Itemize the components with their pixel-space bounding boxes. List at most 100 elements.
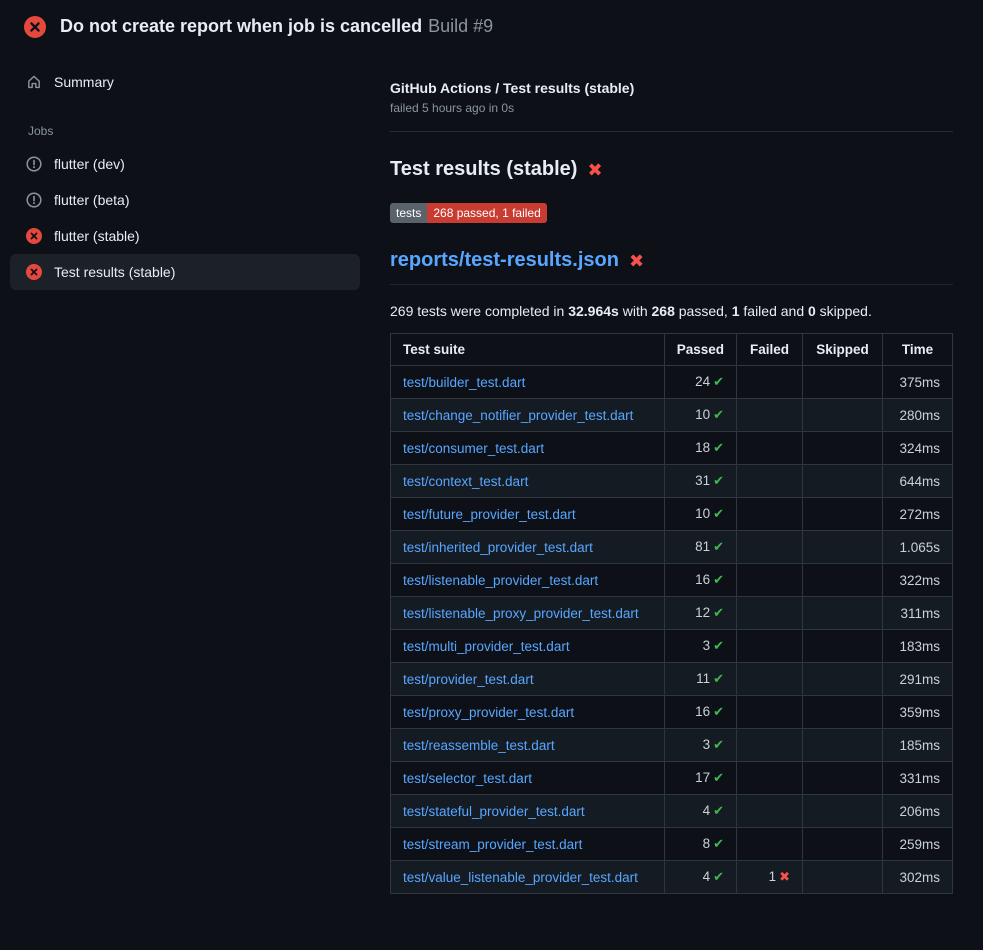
report-file-link[interactable]: reports/test-results.json [390, 249, 619, 272]
time-cell: 324ms [883, 432, 953, 465]
test-suite-link[interactable]: test/selector_test.dart [403, 771, 532, 786]
sidebar-job-item[interactable]: Test results (stable) [10, 254, 360, 290]
main-content: GitHub Actions / Test results (stable) f… [370, 50, 983, 894]
passed-count: 16 [695, 572, 710, 587]
run-status-line: failed 5 hours ago in 0s [390, 101, 953, 115]
sidebar-job-item[interactable]: flutter (stable) [10, 218, 360, 254]
check-icon: ✔ [713, 440, 724, 455]
table-row: test/multi_provider_test.dart3✔183ms [391, 630, 953, 663]
check-run-header: Do not create report when job is cancell… [0, 0, 983, 50]
check-title: Do not create report when job is cancell… [60, 16, 422, 36]
passed-count: 4 [703, 869, 711, 884]
time-cell: 359ms [883, 696, 953, 729]
passed-count: 8 [703, 836, 711, 851]
check-icon: ✔ [713, 407, 724, 422]
time-cell: 259ms [883, 828, 953, 861]
test-suite-link[interactable]: test/listenable_provider_test.dart [403, 573, 598, 588]
passed-count: 24 [695, 374, 710, 389]
test-suite-link[interactable]: test/value_listenable_provider_test.dart [403, 870, 638, 885]
summary-sentence: 269 tests were completed in 32.964s with… [390, 303, 953, 319]
results-table-body: test/builder_test.dart24✔375mstest/chang… [391, 366, 953, 894]
table-row: test/change_notifier_provider_test.dart 1… [391, 399, 953, 432]
x-icon: ✖ [629, 252, 644, 270]
check-icon: ✔ [713, 737, 724, 752]
passed-count: 17 [695, 770, 710, 785]
test-suite-link[interactable]: test/inherited_provider_test.dart [403, 540, 593, 555]
test-suite-link[interactable]: test/proxy_provider_test.dart [403, 705, 574, 720]
test-suite-link[interactable]: test/reassemble_test.dart [403, 738, 555, 753]
test-suite-link[interactable]: test/provider_test.dart [403, 672, 534, 687]
time-cell: 302ms [883, 861, 953, 894]
test-suite-link[interactable]: test/stream_provider_test.dart [403, 837, 582, 852]
passed-count: 81 [695, 539, 710, 554]
passed-count: 16 [695, 704, 710, 719]
job-label: Test results (stable) [54, 264, 175, 280]
failed-status-icon [24, 16, 46, 38]
table-row: test/listenable_proxy_provider_test.dart… [391, 597, 953, 630]
test-results-table: Test suite Passed Failed Skipped Time te… [390, 333, 953, 894]
check-icon: ✔ [713, 869, 724, 884]
test-suite-link[interactable]: test/consumer_test.dart [403, 441, 544, 456]
time-cell: 183ms [883, 630, 953, 663]
col-passed: Passed [664, 334, 736, 366]
time-cell: 644ms [883, 465, 953, 498]
cancelled-status-icon [26, 156, 42, 172]
col-skipped: Skipped [803, 334, 883, 366]
job-label: flutter (beta) [54, 192, 129, 208]
col-time: Time [883, 334, 953, 366]
job-label: flutter (stable) [54, 228, 140, 244]
test-suite-link[interactable]: test/future_provider_test.dart [403, 507, 576, 522]
passed-count: 12 [695, 605, 710, 620]
test-suite-link[interactable]: test/stateful_provider_test.dart [403, 804, 585, 819]
passed-count: 3 [703, 737, 711, 752]
failed-status-icon [26, 228, 42, 244]
check-icon: ✔ [713, 473, 724, 488]
passed-count: 3 [703, 638, 711, 653]
total-time: 32.964s [568, 303, 619, 319]
table-row: test/value_listenable_provider_test.dart… [391, 861, 953, 894]
col-test-suite: Test suite [391, 334, 665, 366]
badge-value: 268 passed, 1 failed [427, 203, 546, 223]
time-cell: 331ms [883, 762, 953, 795]
sidebar-job-item[interactable]: flutter (dev) [10, 146, 360, 182]
test-suite-link[interactable]: test/multi_provider_test.dart [403, 639, 570, 654]
tests-badge: tests 268 passed, 1 failed [390, 203, 547, 223]
table-row: test/stateful_provider_test.dart 4✔ 206ms [391, 795, 953, 828]
passed-count: 4 [703, 803, 711, 818]
section-heading: Test results (stable) ✖ [390, 158, 953, 181]
check-icon: ✔ [713, 770, 724, 785]
sidebar-job-item[interactable]: flutter (beta) [10, 182, 360, 218]
check-icon: ✔ [713, 803, 724, 818]
jobs-section-label: Jobs [28, 124, 360, 138]
table-row: test/proxy_provider_test.dart 16✔ 359ms [391, 696, 953, 729]
breadcrumb: GitHub Actions / Test results (stable) [390, 80, 953, 96]
github-checks-page: Do not create report when job is cancell… [0, 0, 983, 894]
test-suite-link[interactable]: test/builder_test.dart [403, 375, 525, 390]
check-icon: ✔ [713, 671, 724, 686]
skipped-total: 0 [808, 303, 816, 319]
col-failed: Failed [737, 334, 803, 366]
check-icon: ✔ [713, 572, 724, 587]
check-icon: ✔ [713, 836, 724, 851]
table-row: test/context_test.dart31✔644ms [391, 465, 953, 498]
sidebar-item-summary[interactable]: Summary [10, 64, 360, 100]
table-row: test/future_provider_test.dart10✔272ms [391, 498, 953, 531]
passed-count: 10 [695, 407, 710, 422]
table-row: test/inherited_provider_test.dart81✔1.06… [391, 531, 953, 564]
time-cell: 206ms [883, 795, 953, 828]
table-row: test/stream_provider_test.dart 8✔ 259ms [391, 828, 953, 861]
check-icon: ✔ [713, 374, 724, 389]
test-suite-link[interactable]: test/context_test.dart [403, 474, 528, 489]
table-row: test/builder_test.dart24✔375ms [391, 366, 953, 399]
test-suite-link[interactable]: test/listenable_proxy_provider_test.dart [403, 606, 639, 621]
time-cell: 1.065s [883, 531, 953, 564]
sidebar: Summary Jobs flutter (dev) flutter (beta)… [0, 50, 370, 290]
check-icon: ✔ [713, 605, 724, 620]
failed-status-icon [26, 264, 42, 280]
time-cell: 322ms [883, 564, 953, 597]
failed-count: 1 [769, 869, 777, 884]
test-suite-link[interactable]: test/change_notifier_provider_test.dart [403, 408, 633, 423]
check-icon: ✔ [713, 704, 724, 719]
x-icon: ✖ [779, 869, 790, 884]
table-row: test/selector_test.dart 17✔ 331ms [391, 762, 953, 795]
